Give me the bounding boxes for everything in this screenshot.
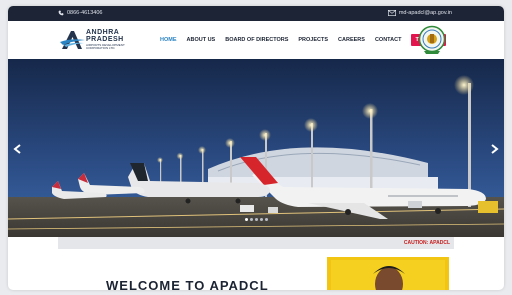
mail-icon [387, 10, 396, 16]
slider-dot[interactable] [260, 218, 263, 221]
nav-projects[interactable]: PROJECTS [298, 37, 328, 43]
email-contact[interactable]: md-apadcl@ap.gov.in [387, 10, 452, 16]
slider-dot[interactable] [250, 218, 253, 221]
airport-logo-mark-icon [60, 31, 85, 49]
caution-ticker: CAUTION: APADCL [58, 237, 454, 249]
phone-number: 0866-4613406 [67, 10, 103, 16]
slider-dot[interactable] [265, 218, 268, 221]
welcome-heading: WELCOME TO APADCL [106, 278, 269, 290]
nav-careers[interactable]: CAREERS [338, 37, 365, 43]
logo-line-1: ANDHRA [86, 29, 120, 36]
portrait-card [327, 257, 449, 290]
email-address: md-apadcl@ap.gov.in [398, 10, 452, 16]
slider-next-chevron-right-icon[interactable] [488, 143, 500, 155]
phone-contact[interactable]: 0866-4613406 [58, 10, 102, 16]
nav-about-us[interactable]: ABOUT US [187, 37, 216, 43]
hero-slider[interactable] [8, 59, 504, 237]
slider-dots [245, 218, 268, 221]
slider-dot[interactable] [245, 218, 248, 221]
state-emblem-icon [418, 25, 446, 54]
airport-photo [8, 59, 504, 237]
logo-line-2: PRADESH [86, 36, 124, 43]
phone-icon [58, 10, 64, 16]
logo-line-3: AIRPORTS DEVELOPMENT CORPORATION LTD. [86, 43, 125, 51]
browser-frame: 0866-4613406 md-apadcl@ap.gov.in ANDHRA … [8, 6, 504, 290]
slider-dot[interactable] [255, 218, 258, 221]
portrait-image [331, 260, 445, 290]
main-nav: HOME ABOUT US BOARD OF DIRECTORS PROJECT… [160, 34, 446, 46]
top-bar: 0866-4613406 md-apadcl@ap.gov.in [8, 6, 504, 21]
site-header: ANDHRA PRADESH AIRPORTS DEVELOPMENT CORP… [8, 21, 504, 59]
nav-contact[interactable]: CONTACT [375, 37, 401, 43]
nav-home[interactable]: HOME [160, 37, 177, 43]
nav-board-of-directors[interactable]: BOARD OF DIRECTORS [225, 37, 288, 43]
slider-prev-chevron-left-icon[interactable] [12, 143, 24, 155]
apadcl-logo[interactable]: ANDHRA PRADESH AIRPORTS DEVELOPMENT CORP… [60, 27, 140, 53]
caution-text: CAUTION: APADCL [403, 240, 450, 246]
